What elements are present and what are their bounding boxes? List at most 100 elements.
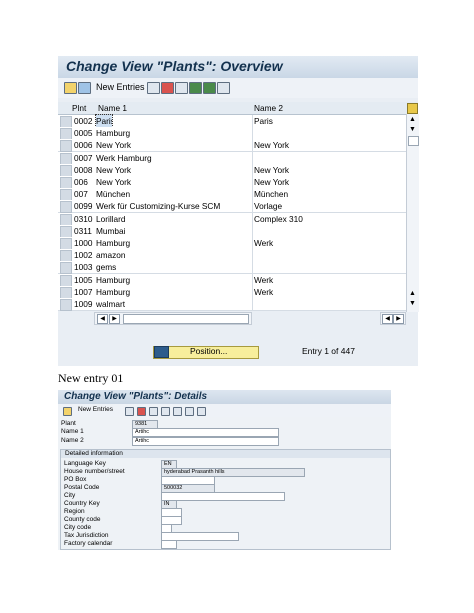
scroll-down-arrow-bottom-icon[interactable]: ▼: [408, 300, 417, 308]
name2-cell[interactable]: Werk: [254, 286, 404, 298]
row-selector[interactable]: [60, 238, 72, 250]
display-change-icon[interactable]: [64, 82, 77, 94]
name1-cell[interactable]: Lorillard: [96, 213, 251, 225]
row-selector[interactable]: [60, 262, 72, 275]
name2-cell[interactable]: Complex 310: [254, 213, 404, 225]
table-row[interactable]: 1005 Hamburg Werk: [58, 273, 406, 287]
plnt-cell[interactable]: 0007: [74, 152, 98, 164]
table-row[interactable]: 006 New York New York: [58, 176, 406, 189]
details-icon[interactable]: [78, 82, 91, 94]
position-button-label[interactable]: Position...: [190, 346, 227, 357]
table-row[interactable]: 1007 Hamburg Werk: [58, 285, 406, 299]
name1-cell[interactable]: München: [96, 188, 251, 200]
new-entries-button[interactable]: New Entries: [78, 406, 113, 413]
name1-cell[interactable]: walmart: [96, 298, 251, 310]
row-selector[interactable]: [60, 250, 72, 263]
plnt-cell[interactable]: 1007: [74, 286, 98, 298]
name2-cell[interactable]: New York: [254, 176, 404, 188]
name2-cell[interactable]: [254, 152, 404, 164]
scroll-left-right-pane-icon[interactable]: ◀: [382, 314, 393, 324]
scroll-thumb-horizontal[interactable]: [123, 314, 249, 324]
table-row[interactable]: 0008 New York New York: [58, 163, 406, 177]
name2-cell[interactable]: Vorlage: [254, 200, 404, 212]
plnt-cell[interactable]: 0310: [74, 213, 98, 225]
name1-cell[interactable]: amazon: [96, 249, 251, 261]
plnt-cell[interactable]: 1005: [74, 274, 98, 286]
name1-cell[interactable]: gems: [96, 261, 251, 273]
row-selector[interactable]: [60, 164, 72, 177]
row-selector[interactable]: [60, 286, 72, 299]
name2-cell[interactable]: New York: [254, 139, 404, 151]
row-selector[interactable]: [60, 140, 72, 153]
row-selector[interactable]: [60, 225, 72, 238]
name1-cell[interactable]: Hamburg: [96, 286, 251, 298]
select-icon[interactable]: [185, 407, 194, 416]
horizontal-scrollbar-right[interactable]: ◀ ▶: [380, 312, 406, 325]
name1-cell[interactable]: Werk für Customizing-Kurse SCM: [96, 200, 251, 212]
plnt-cell[interactable]: 0311: [74, 225, 98, 237]
name2-field[interactable]: Artihc: [132, 437, 279, 446]
column-header-name2[interactable]: Name 2: [254, 102, 394, 114]
name2-cell[interactable]: [254, 298, 404, 310]
undo-icon[interactable]: [149, 407, 158, 416]
next-entry-icon[interactable]: [173, 407, 182, 416]
table-row[interactable]: 0099 Werk für Customizing-Kurse SCM Vorlag…: [58, 200, 406, 214]
table-row[interactable]: 0005 Hamburg: [58, 127, 406, 141]
scroll-right-right-pane-icon[interactable]: ▶: [393, 314, 404, 324]
undo-icon[interactable]: [175, 82, 188, 94]
name2-cell[interactable]: München: [254, 188, 404, 200]
scroll-down-arrow-icon[interactable]: ▼: [408, 126, 417, 134]
name1-field[interactable]: Artihc: [132, 428, 279, 437]
name2-cell[interactable]: Paris: [254, 115, 404, 127]
plnt-cell[interactable]: 007: [74, 188, 98, 200]
new-entries-button[interactable]: New Entries: [96, 82, 145, 92]
table-row[interactable]: 1003 gems: [58, 261, 406, 275]
name2-cell[interactable]: [254, 261, 404, 273]
table-row[interactable]: 0002ParisParis: [58, 114, 406, 128]
column-header-name1[interactable]: Name 1: [98, 102, 248, 114]
row-selector[interactable]: [60, 152, 72, 165]
name2-cell[interactable]: Werk: [254, 237, 404, 249]
detail-field[interactable]: [161, 540, 177, 549]
detail-field[interactable]: [161, 492, 285, 501]
name2-cell[interactable]: [254, 225, 404, 237]
position-icon[interactable]: [154, 346, 169, 358]
row-selector[interactable]: [60, 189, 72, 202]
name1-cell[interactable]: Mumbai: [96, 225, 251, 237]
plnt-cell[interactable]: 0008: [74, 164, 98, 176]
select-block-icon[interactable]: [203, 82, 216, 94]
plnt-cell[interactable]: 0006: [74, 139, 98, 151]
name1-cell[interactable]: Hamburg: [96, 127, 251, 139]
scroll-thumb[interactable]: [408, 136, 419, 146]
row-selector[interactable]: [60, 201, 72, 214]
table-row[interactable]: 1002 amazon: [58, 249, 406, 263]
scroll-up-arrow-bottom-icon[interactable]: ▲: [408, 290, 417, 298]
name1-cell[interactable]: Werk Hamburg: [96, 152, 251, 164]
table-row[interactable]: 0007 Werk Hamburg: [58, 151, 406, 165]
previous-entry-icon[interactable]: [161, 407, 170, 416]
name1-cell[interactable]: New York: [96, 139, 251, 151]
vertical-scrollbar[interactable]: ▲ ▼ ▲ ▼: [406, 114, 419, 312]
table-row[interactable]: 0311 Mumbai: [58, 224, 406, 238]
row-selector[interactable]: [60, 116, 72, 128]
table-row[interactable]: 1000 Hamburg Werk: [58, 237, 406, 250]
plnt-cell[interactable]: 1009: [74, 298, 98, 310]
plnt-cell[interactable]: 0005: [74, 127, 98, 139]
name2-cell[interactable]: [254, 249, 404, 261]
scroll-right-icon[interactable]: ▶: [109, 314, 120, 324]
plnt-cell[interactable]: 006: [74, 176, 98, 188]
row-selector[interactable]: [60, 274, 72, 287]
deselect-all-icon[interactable]: [217, 82, 230, 94]
horizontal-scrollbar-left[interactable]: ◀ ▶: [94, 312, 252, 325]
delete-icon[interactable]: [161, 82, 174, 94]
name1-cell[interactable]: New York: [96, 164, 251, 176]
plnt-cell[interactable]: 0002: [74, 115, 98, 127]
name2-cell[interactable]: [254, 127, 404, 139]
table-row[interactable]: 007 München München: [58, 188, 406, 202]
row-selector[interactable]: [60, 299, 72, 311]
scroll-up-arrow-icon[interactable]: ▲: [408, 116, 417, 124]
name1-cell[interactable]: Paris: [95, 114, 113, 128]
plnt-cell[interactable]: 1002: [74, 249, 98, 261]
table-row[interactable]: 0006 New York New York: [58, 139, 406, 153]
delete-icon[interactable]: [137, 407, 146, 416]
